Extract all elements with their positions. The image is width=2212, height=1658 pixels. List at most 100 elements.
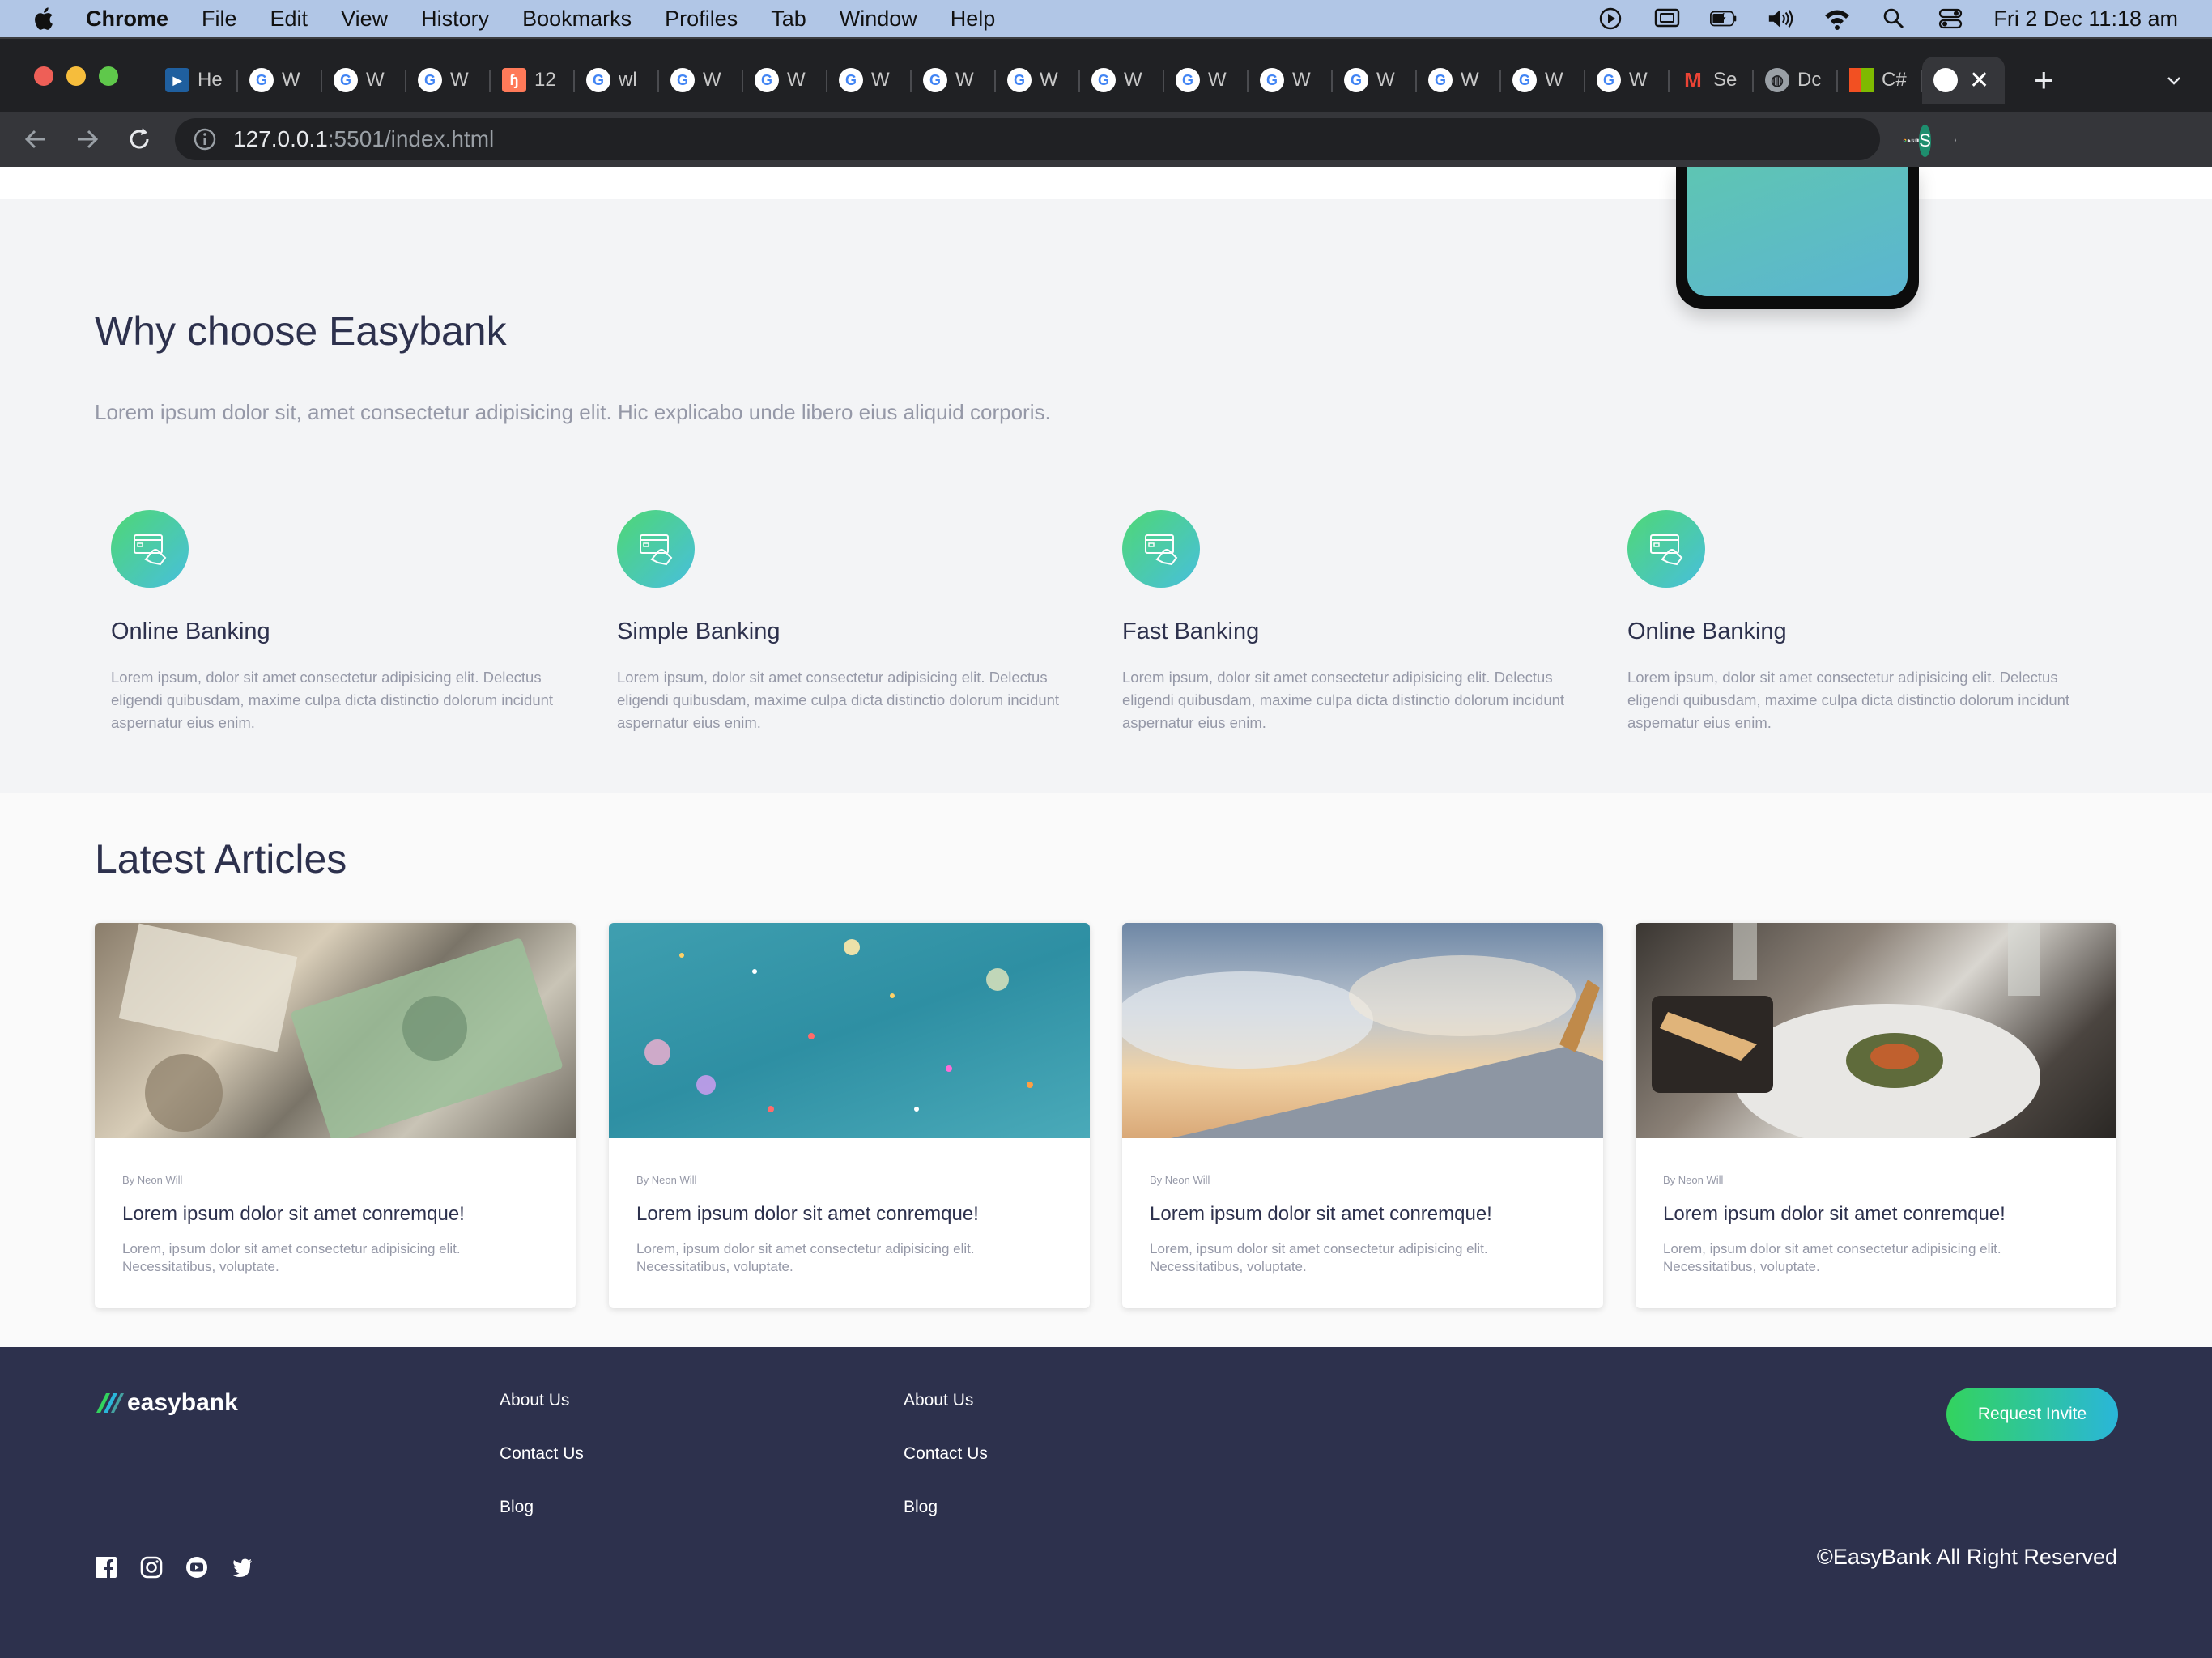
spotlight-search-icon[interactable] — [1880, 6, 1908, 31]
google-icon: G — [923, 68, 947, 92]
browser-tab-strip: ▶ He GW GW GW ɧ 12 Gwl GW GW GW GW GW GW… — [0, 37, 2212, 113]
youtube-icon[interactable] — [185, 1556, 208, 1579]
browser-tab[interactable]: GW — [743, 57, 827, 104]
card-payment-icon — [1627, 510, 1705, 588]
browser-tab[interactable]: GW — [1585, 57, 1670, 104]
browser-tab[interactable]: GW — [1417, 57, 1501, 104]
footer-link-about[interactable]: About Us — [904, 1391, 973, 1410]
footer-link-contact[interactable]: Contact Us — [904, 1444, 988, 1464]
tab-title: W — [955, 69, 974, 91]
close-tab-icon[interactable]: ✕ — [1969, 66, 1989, 95]
footer-link-blog[interactable]: Blog — [904, 1498, 938, 1517]
browser-tab[interactable]: GW — [1249, 57, 1333, 104]
play-circle-icon[interactable] — [1597, 6, 1624, 31]
article-title[interactable]: Lorem ipsum dolor sit amet conremque! — [1150, 1203, 1492, 1226]
site-info-icon[interactable] — [193, 127, 217, 151]
article-title[interactable]: Lorem ipsum dolor sit amet conremque! — [636, 1203, 979, 1226]
article-card[interactable]: By Neon Will Lorem ipsum dolor sit amet … — [1636, 923, 2116, 1308]
article-text: Lorem, ipsum dolor sit amet consectetur … — [1150, 1241, 1488, 1274]
facebook-icon[interactable] — [95, 1556, 117, 1579]
article-title[interactable]: Lorem ipsum dolor sit amet conremque! — [1663, 1203, 2006, 1226]
tab-title: 12 — [534, 69, 556, 91]
active-browser-tab[interactable]: ✕ — [1922, 57, 2005, 104]
feature-text: Lorem ipsum, dolor sit amet consectetur … — [1627, 669, 2070, 731]
more-menu-icon[interactable] — [1954, 138, 1958, 142]
card-payment-icon — [617, 510, 695, 588]
forward-arrow-icon[interactable] — [73, 125, 102, 154]
menubar-clock[interactable]: Fri 2 Dec 11:18 am — [1993, 6, 2178, 32]
article-card[interactable]: By Neon Will Lorem ipsum dolor sit amet … — [1122, 923, 1603, 1308]
menu-profiles[interactable]: Profiles — [665, 6, 738, 32]
browser-tab[interactable]: GW — [1080, 57, 1164, 104]
screen-mirroring-icon[interactable] — [1653, 6, 1681, 31]
tab-title: W — [282, 69, 300, 91]
window-close-button[interactable] — [34, 66, 53, 86]
menu-help[interactable]: Help — [951, 6, 996, 32]
request-invite-button[interactable]: Request Invite — [1946, 1388, 2118, 1441]
browser-tab[interactable]: ɧ 12 — [491, 57, 575, 104]
easybank-logo[interactable]: easybank — [95, 1389, 238, 1417]
article-card[interactable]: By Neon Will Lorem ipsum dolor sit amet … — [609, 923, 1090, 1308]
twitter-icon[interactable] — [231, 1556, 253, 1579]
article-text: Lorem, ipsum dolor sit amet consectetur … — [1663, 1241, 2001, 1274]
browser-tab[interactable]: GW — [827, 57, 912, 104]
menu-tab[interactable]: Tab — [771, 6, 806, 32]
feature-item: Online Banking Lorem ipsum, dolor sit am… — [111, 510, 589, 734]
control-center-icon[interactable] — [1937, 6, 1964, 31]
menu-app-name[interactable]: Chrome — [86, 6, 168, 32]
browser-tab[interactable]: GW — [1333, 57, 1417, 104]
browser-tab[interactable]: M Se — [1670, 57, 1754, 104]
address-bar[interactable]: 127.0.0.1:5501/index.html — [175, 118, 1880, 160]
hubspot-icon: ɧ — [502, 68, 526, 92]
article-author: By Neon Will — [1663, 1174, 1724, 1186]
logo-text: easybank — [127, 1389, 238, 1416]
menu-bookmarks[interactable]: Bookmarks — [522, 6, 632, 32]
browser-tab[interactable]: GW — [996, 57, 1080, 104]
footer-link-about[interactable]: About Us — [500, 1391, 569, 1410]
wifi-icon[interactable] — [1823, 6, 1851, 31]
profile-avatar[interactable]: S — [1919, 125, 1931, 157]
footer-link-contact[interactable]: Contact Us — [500, 1444, 584, 1464]
article-title[interactable]: Lorem ipsum dolor sit amet conremque! — [122, 1203, 465, 1226]
menu-history[interactable]: History — [421, 6, 489, 32]
web-page: Why choose Easybank Lorem ipsum dolor si… — [0, 167, 2212, 1658]
feature-title: Simple Banking — [617, 619, 781, 644]
back-arrow-icon[interactable] — [21, 125, 50, 154]
browser-tab[interactable]: GW — [238, 57, 322, 104]
article-card[interactable]: By Neon Will Lorem ipsum dolor sit amet … — [95, 923, 576, 1308]
footer-link-blog[interactable]: Blog — [500, 1498, 534, 1517]
tab-title: W — [703, 69, 721, 91]
browser-tab[interactable]: GW — [406, 57, 491, 104]
browser-tab[interactable]: GW — [1164, 57, 1249, 104]
new-tab-icon[interactable]: + — [2034, 63, 2054, 97]
browser-tab[interactable]: C# — [1838, 57, 1922, 104]
browser-tab[interactable]: GW — [659, 57, 743, 104]
browser-tab[interactable]: ▶ He — [154, 57, 238, 104]
google-icon: G — [1344, 68, 1368, 92]
menu-window[interactable]: Window — [840, 6, 917, 32]
google-icon: G — [839, 68, 863, 92]
volume-icon[interactable] — [1767, 6, 1794, 31]
menu-view[interactable]: View — [341, 6, 388, 32]
browser-tab[interactable]: GW — [1501, 57, 1585, 104]
reload-icon[interactable] — [125, 125, 154, 154]
tab-search-chevron-icon[interactable] — [2167, 73, 2181, 87]
battery-charging-icon[interactable] — [1710, 6, 1738, 31]
window-minimize-button[interactable] — [66, 66, 86, 86]
browser-tab[interactable]: GW — [322, 57, 406, 104]
macos-menubar: Chrome File Edit View History Bookmarks … — [0, 0, 2212, 37]
menu-file[interactable]: File — [202, 6, 237, 32]
menu-edit[interactable]: Edit — [270, 6, 308, 32]
window-zoom-button[interactable] — [99, 66, 118, 86]
site-footer: easybank About Us Contact Us Blog About … — [0, 1347, 2212, 1658]
browser-tab[interactable]: ◍ Dc — [1754, 57, 1838, 104]
why-section: Why choose Easybank Lorem ipsum dolor si… — [0, 167, 2212, 793]
article-image-airplane — [1122, 923, 1603, 1138]
copyright-text: ©EasyBank All Right Reserved — [1816, 1545, 2117, 1569]
browser-tab[interactable]: Gwl — [575, 57, 659, 104]
browser-tab[interactable]: GW — [912, 57, 996, 104]
video-icon: ▶ — [165, 68, 189, 92]
apple-icon[interactable] — [31, 6, 55, 32]
instagram-icon[interactable] — [140, 1556, 163, 1579]
tab-title: W — [1292, 69, 1311, 91]
